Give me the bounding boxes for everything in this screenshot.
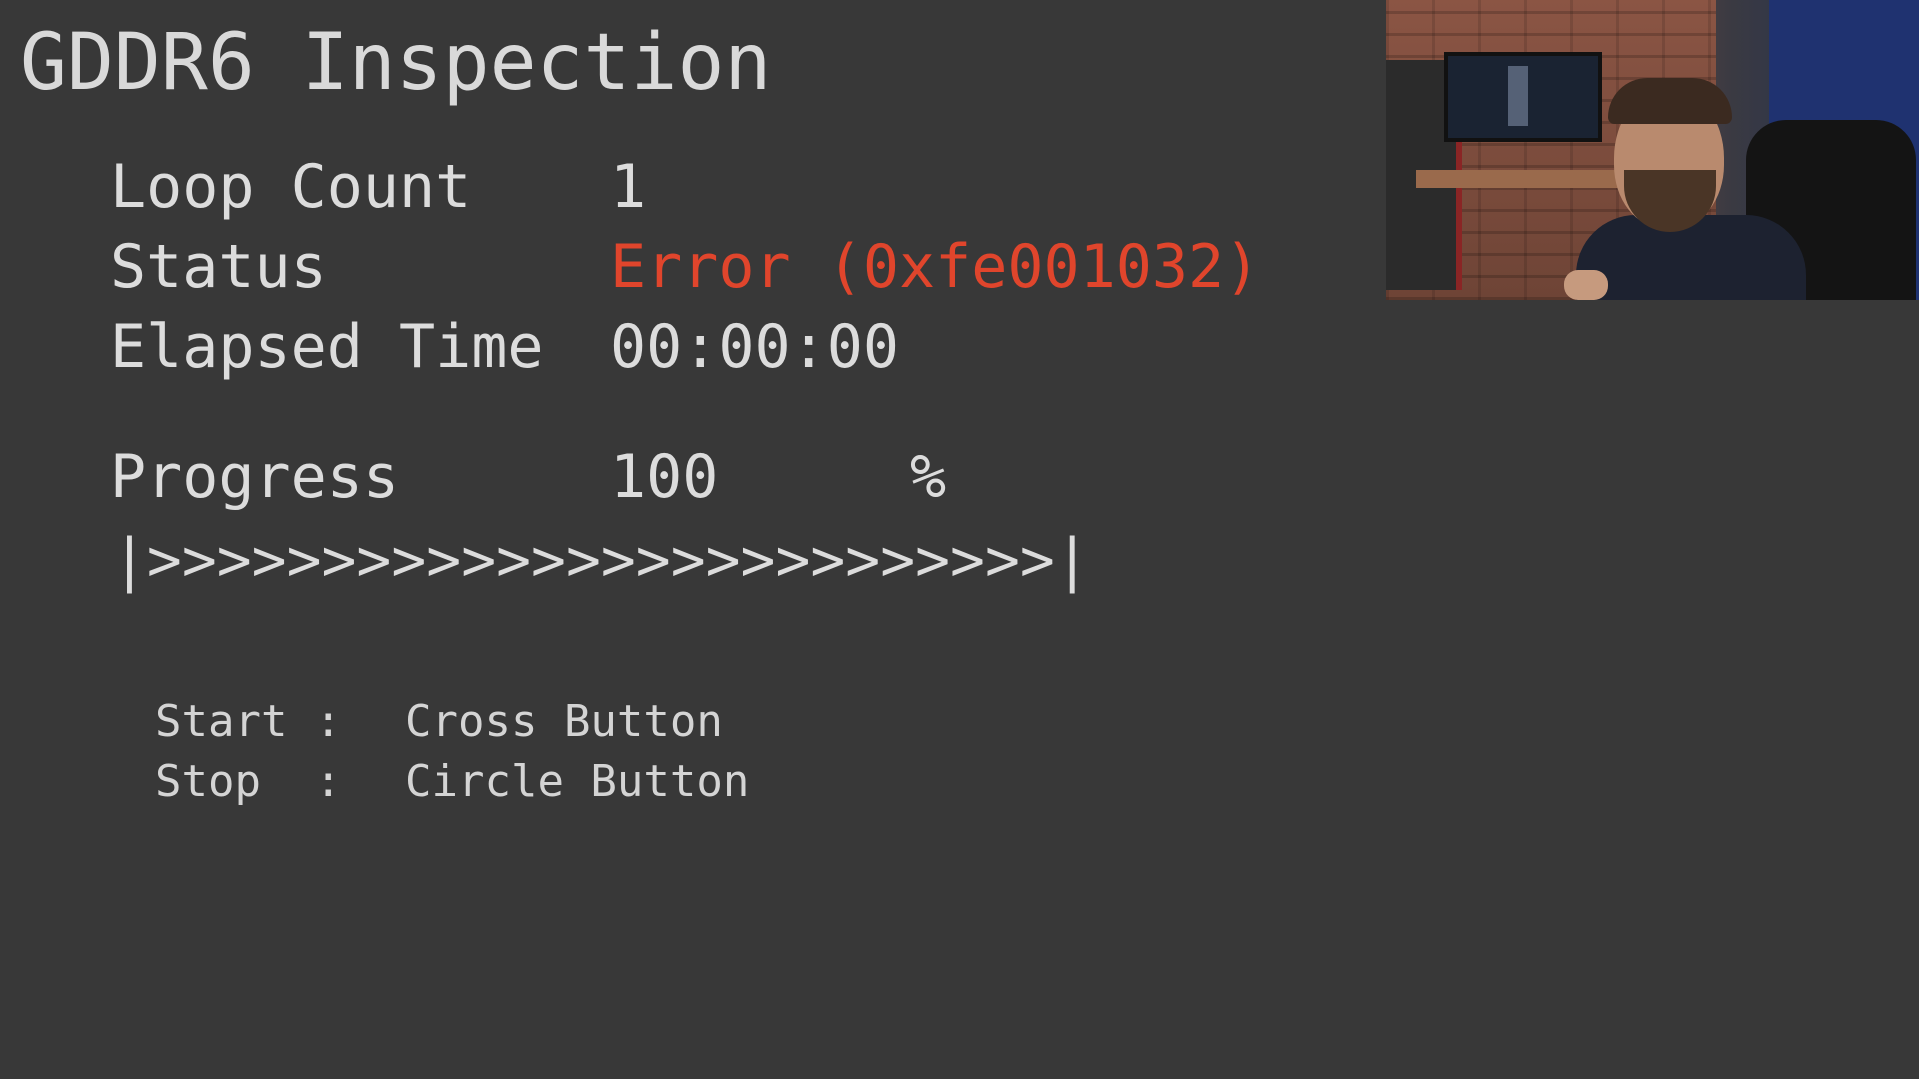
start-key-label: Start — [155, 696, 288, 747]
presenter-hand — [1564, 270, 1608, 300]
loop-count-value: 1 — [610, 152, 647, 222]
progress-unit: % — [910, 442, 947, 512]
background-monitor — [1444, 52, 1602, 142]
elapsed-time-value: 00:00:00 — [610, 312, 899, 382]
status-error-value: Error (0xfe001032) — [610, 232, 1261, 302]
progress-bar: |>>>>>>>>>>>>>>>>>>>>>>>>>>| — [112, 526, 1090, 594]
webcam-overlay — [1386, 0, 1919, 300]
presenter-shirt — [1576, 215, 1806, 300]
progress-value: 100 — [610, 442, 719, 512]
stop-control-hint: Stop : Circle Button — [155, 754, 749, 978]
presenter-hair — [1608, 78, 1732, 124]
elapsed-time-label: Elapsed Time — [110, 312, 544, 382]
stop-action-label: Circle Button — [405, 756, 750, 807]
loop-count-label: Loop Count — [110, 152, 472, 222]
status-label: Status — [110, 232, 327, 302]
stop-key-label: Stop — [155, 756, 261, 807]
page-title: GDDR6 Inspection — [20, 18, 772, 108]
progress-label: Progress — [110, 442, 399, 512]
start-action-label: Cross Button — [405, 696, 723, 747]
stop-separator: : — [315, 756, 342, 807]
start-separator: : — [315, 696, 342, 747]
